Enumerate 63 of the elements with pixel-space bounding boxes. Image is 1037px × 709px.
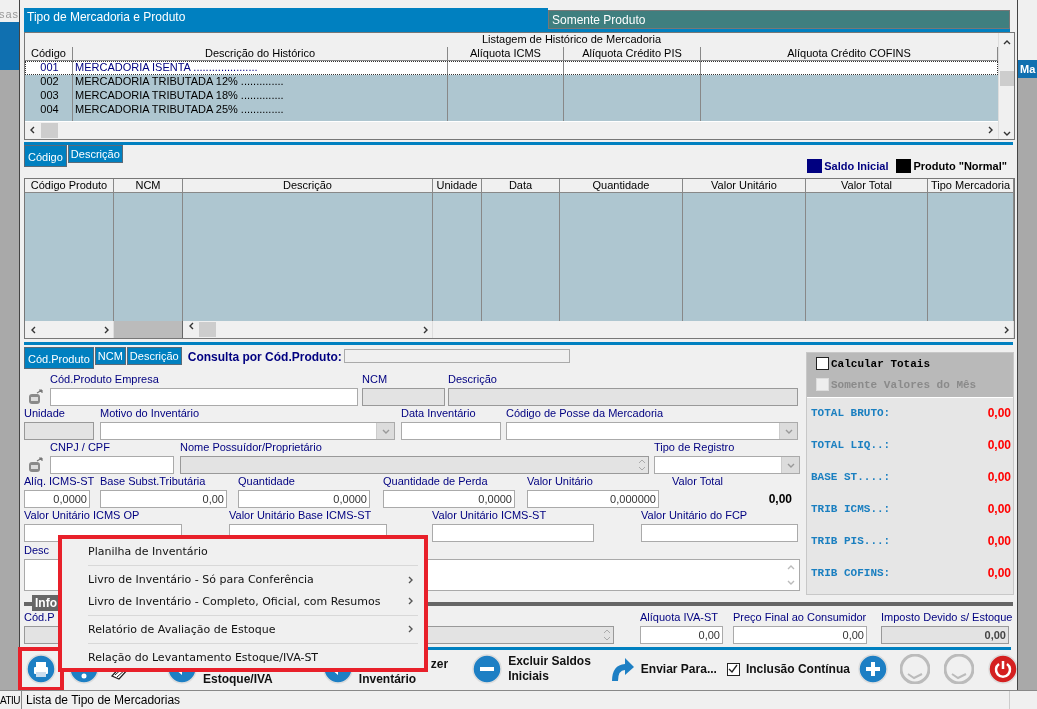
side-text: sas xyxy=(0,8,19,20)
table-cell: 002 xyxy=(25,75,73,89)
total-value: 0,00 xyxy=(768,491,793,508)
field-label: CNPJ / CPF xyxy=(50,441,110,454)
field-label: Alíquota IVA-ST xyxy=(640,611,719,624)
button-label: Iniciais xyxy=(508,669,550,684)
table-cell: 003 xyxy=(25,89,73,103)
field-label: Valor Unitário xyxy=(527,475,593,488)
field-label: Valor Unitário Base ICMS-ST xyxy=(229,509,372,522)
field-label: Descrição xyxy=(448,373,497,386)
total-label: TOTAL BRUTO: xyxy=(811,407,891,419)
table-cell: MERCADORIA TRIBUTADA 25% .............. xyxy=(73,103,448,117)
button-label: Estoque/IVA xyxy=(203,672,273,687)
total-value: 0,00 xyxy=(987,566,1011,580)
button-label: Inclusão Contínua xyxy=(745,661,850,677)
button-label: zer xyxy=(429,657,449,672)
grid-title: Listagem de Histórico de Mercadoria xyxy=(481,33,662,47)
field-label: Unidade xyxy=(24,407,65,420)
total-label: TOTAL LIQ..: xyxy=(811,439,891,451)
table-cell: MERCADORIA TRIBUTADA 18% .............. xyxy=(73,89,448,103)
table-cell: 001 xyxy=(25,61,73,75)
total-label: BASE ST....: xyxy=(811,471,891,483)
field-label: Valor Unitário do FCP xyxy=(641,509,748,522)
table-cell: 004 xyxy=(25,103,73,117)
total-label: TRIB COFINS: xyxy=(811,567,891,579)
field-label: Imposto Devido s/ Estoque xyxy=(881,611,1013,624)
field-label: Valor Unitário ICMS OP xyxy=(24,509,140,522)
total-value: 0,00 xyxy=(987,438,1011,452)
checkbox-label: Calcular Totais xyxy=(831,357,931,370)
field-label: Nome Possuídor/Proprietário xyxy=(180,441,322,454)
button-label: Excluir Saldos xyxy=(508,654,591,669)
legend-label: Produto "Normal" xyxy=(913,160,1007,172)
field-label: Quantidade de Perda xyxy=(383,475,488,488)
field-label: Alíq. ICMS-ST xyxy=(24,475,95,488)
field-label: Base Subst.Tributária xyxy=(100,475,206,488)
field-label: Desc xyxy=(24,544,50,557)
field-label: Motivo do Inventário xyxy=(100,407,200,420)
group-label: Info xyxy=(32,595,60,611)
field-label: Cód.Produto Empresa xyxy=(50,373,159,386)
total-value: 0,00 xyxy=(987,534,1011,548)
field-label: Tipo de Registro xyxy=(654,441,735,454)
total-value: 0,00 xyxy=(987,502,1011,516)
status-text: Lista de Tipo de Mercadorias xyxy=(22,691,1010,709)
button-label: Inventário xyxy=(358,672,418,687)
field-label: Código de Posse da Mercadoria xyxy=(506,407,664,420)
table-cell: MERCADORIA TRIBUTADA 12% .............. xyxy=(73,75,448,89)
side-text: Ma xyxy=(1020,63,1036,75)
field-label: Preço Final ao Consumidor xyxy=(733,611,867,624)
field-label: Data Inventário xyxy=(401,407,476,420)
legend-label: Saldo Inicial xyxy=(824,160,889,172)
total-label: TRIB ICMS..: xyxy=(811,503,891,515)
field-label: Valor Total xyxy=(672,475,723,488)
search-label: Consulta por Cód.Produto: xyxy=(187,350,342,364)
field-label: NCM xyxy=(362,373,388,386)
table-cell: MERCADORIA ISENTA ..................... xyxy=(73,61,448,75)
field-label: Quantidade xyxy=(238,475,295,488)
total-label: TRIB PIS...: xyxy=(811,535,891,547)
total-value: 0,00 xyxy=(987,470,1011,484)
button-label: Enviar Para... xyxy=(640,661,717,677)
field-label: Cód.P xyxy=(24,611,55,624)
status-text: ATIU xyxy=(0,694,21,706)
total-value: 0,00 xyxy=(987,406,1011,420)
field-label: Valor Unitário ICMS-ST xyxy=(432,509,547,522)
